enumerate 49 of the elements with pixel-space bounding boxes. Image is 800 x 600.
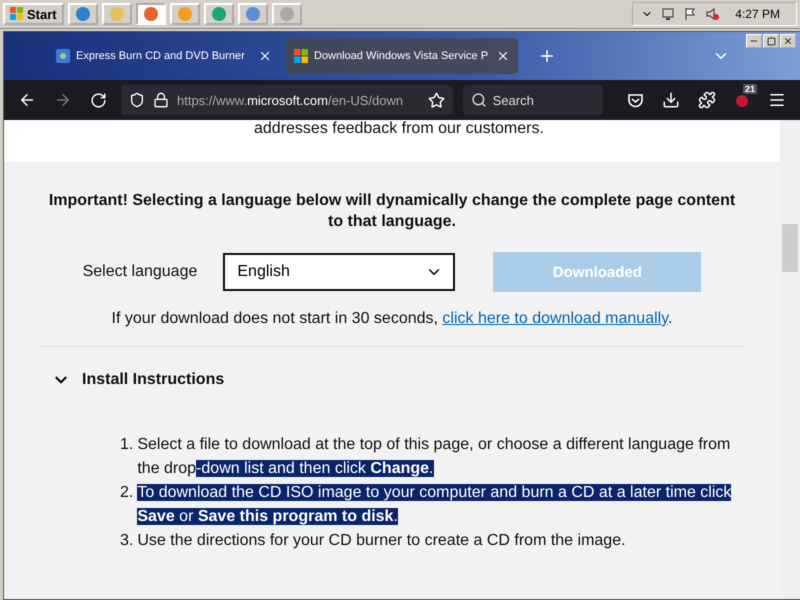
step-text: Select a file to download at the top of this page, or choose a different language from the drop-down list and then click Change. bbox=[137, 435, 732, 479]
step-number: 2. bbox=[120, 483, 134, 503]
download-icon bbox=[662, 91, 680, 109]
scrollbar[interactable] bbox=[780, 120, 800, 599]
maximize-button[interactable] bbox=[763, 34, 779, 48]
flag-icon[interactable] bbox=[683, 7, 698, 21]
search-icon bbox=[470, 92, 487, 108]
language-dropdown[interactable]: English bbox=[223, 253, 456, 291]
intro-text: addresses feedback from our customers. bbox=[254, 120, 544, 137]
scrollbar-thumb[interactable] bbox=[782, 224, 798, 272]
address-bar[interactable]: https://www.microsoft.com/en-US/down bbox=[121, 85, 453, 115]
new-tab-icon[interactable] bbox=[538, 47, 556, 65]
close-icon[interactable] bbox=[258, 49, 272, 63]
puzzle-icon bbox=[698, 91, 716, 109]
browser-tab[interactable]: Express Burn CD and DVD Burner bbox=[48, 38, 280, 74]
muted-speaker-icon[interactable] bbox=[705, 7, 720, 21]
close-icon[interactable] bbox=[496, 49, 510, 63]
taskbar-app-button[interactable] bbox=[136, 3, 166, 25]
forward-arrow-icon bbox=[54, 91, 72, 109]
bookmark-star-icon[interactable] bbox=[428, 92, 445, 108]
manual-download-text: If your download does not start in 30 seconds, click here to download manually. bbox=[112, 310, 672, 328]
step-number: 3. bbox=[120, 531, 134, 551]
pocket-icon bbox=[627, 92, 644, 108]
close-button[interactable] bbox=[780, 34, 796, 48]
taskbar-app-button[interactable] bbox=[204, 3, 234, 25]
taskbar-app-button[interactable] bbox=[238, 3, 268, 25]
minimize-button[interactable] bbox=[746, 34, 762, 48]
windows-flag-icon bbox=[10, 7, 24, 21]
manual-download-link[interactable]: click here to download manually bbox=[442, 310, 668, 327]
browser-tab[interactable]: Download Windows Vista Service P bbox=[286, 38, 518, 74]
taskbar-app-button[interactable] bbox=[68, 3, 98, 25]
step-text: Use the directions for your CD burner to create a CD from the image. bbox=[137, 531, 627, 551]
shield-icon bbox=[129, 92, 145, 108]
notification-badge: 21 bbox=[742, 84, 757, 94]
step-number: 1. bbox=[120, 435, 134, 455]
search-field[interactable]: Search bbox=[462, 85, 603, 115]
clock[interactable]: 4:27 PM bbox=[735, 7, 780, 21]
install-instructions-toggle[interactable]: Install Instructions bbox=[40, 371, 236, 389]
lock-icon bbox=[153, 92, 169, 108]
four-squares-logo-icon bbox=[294, 49, 308, 63]
start-button[interactable]: Start bbox=[3, 3, 64, 25]
menu-icon bbox=[768, 91, 786, 109]
network-icon[interactable] bbox=[661, 7, 676, 21]
language-label: Select language bbox=[82, 263, 198, 281]
language-notice: Important! Selecting a language below will dynamically change the complete page content to that language. bbox=[48, 191, 736, 232]
close-icon bbox=[783, 36, 793, 46]
maximize-icon bbox=[766, 36, 776, 46]
reload-icon bbox=[90, 92, 107, 108]
extension-icon bbox=[734, 92, 750, 108]
